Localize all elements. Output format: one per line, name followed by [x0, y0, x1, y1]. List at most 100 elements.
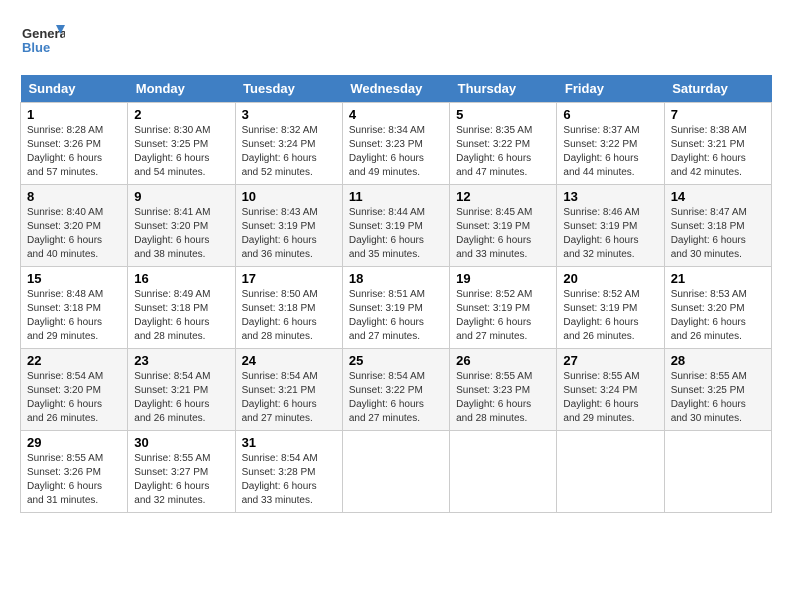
day-number: 12 [456, 189, 550, 204]
logo-container: General Blue [20, 20, 65, 65]
day-info: Sunrise: 8:55 AMSunset: 3:24 PMDaylight:… [563, 370, 657, 426]
day-of-week-header: Sunday [21, 75, 128, 103]
day-number: 23 [134, 353, 228, 368]
day-info: Sunrise: 8:54 AMSunset: 3:22 PMDaylight:… [349, 370, 443, 426]
calendar-cell: 13 Sunrise: 8:46 AMSunset: 3:19 PMDayligh… [557, 185, 664, 267]
calendar-cell [664, 431, 771, 513]
day-info: Sunrise: 8:54 AMSunset: 3:21 PMDaylight:… [242, 370, 336, 426]
day-number: 13 [563, 189, 657, 204]
day-info: Sunrise: 8:28 AMSunset: 3:26 PMDaylight:… [27, 124, 121, 180]
calendar-cell: 1 Sunrise: 8:28 AMSunset: 3:26 PMDaylight… [21, 103, 128, 185]
calendar-week-row: 8 Sunrise: 8:40 AMSunset: 3:20 PMDaylight… [21, 185, 772, 267]
day-info: Sunrise: 8:44 AMSunset: 3:19 PMDaylight:… [349, 206, 443, 262]
calendar-cell: 6Sunrise: 8:37 AMSunset: 3:22 PMDaylight… [557, 103, 664, 185]
day-info: Sunrise: 8:43 AMSunset: 3:19 PMDaylight:… [242, 206, 336, 262]
calendar-cell: 16 Sunrise: 8:49 AMSunset: 3:18 PMDayligh… [128, 267, 235, 349]
calendar-week-row: 15 Sunrise: 8:48 AMSunset: 3:18 PMDayligh… [21, 267, 772, 349]
day-info: Sunrise: 8:34 AMSunset: 3:23 PMDaylight:… [349, 124, 443, 180]
calendar-cell: 28Sunrise: 8:55 AMSunset: 3:25 PMDayligh… [664, 349, 771, 431]
calendar-cell: 12Sunrise: 8:45 AMSunset: 3:19 PMDayligh… [450, 185, 557, 267]
calendar-cell: 5 Sunrise: 8:35 AMSunset: 3:22 PMDaylight… [450, 103, 557, 185]
calendar-cell: 23 Sunrise: 8:54 AMSunset: 3:21 PMDayligh… [128, 349, 235, 431]
day-number: 25 [349, 353, 443, 368]
calendar-cell: 31 Sunrise: 8:54 AMSunset: 3:28 PMDayligh… [235, 431, 342, 513]
calendar-cell: 4Sunrise: 8:34 AMSunset: 3:23 PMDaylight… [342, 103, 449, 185]
day-number: 5 [456, 107, 550, 122]
day-number: 10 [242, 189, 336, 204]
day-info: Sunrise: 8:55 AMSunset: 3:23 PMDaylight:… [456, 370, 550, 426]
svg-text:Blue: Blue [22, 40, 50, 55]
header: General Blue [20, 20, 772, 65]
calendar-cell: 20 Sunrise: 8:52 AMSunset: 3:19 PMDayligh… [557, 267, 664, 349]
day-info: Sunrise: 8:54 AMSunset: 3:28 PMDaylight:… [242, 452, 336, 508]
calendar-week-row: 1 Sunrise: 8:28 AMSunset: 3:26 PMDaylight… [21, 103, 772, 185]
day-info: Sunrise: 8:50 AMSunset: 3:18 PMDaylight:… [242, 288, 336, 344]
day-number: 2 [134, 107, 228, 122]
day-number: 11 [349, 189, 443, 204]
day-info: Sunrise: 8:37 AMSunset: 3:22 PMDaylight:… [563, 124, 657, 180]
calendar-cell: 2 Sunrise: 8:30 AMSunset: 3:25 PMDaylight… [128, 103, 235, 185]
day-number: 16 [134, 271, 228, 286]
day-of-week-header: Saturday [664, 75, 771, 103]
day-info: Sunrise: 8:55 AMSunset: 3:27 PMDaylight:… [134, 452, 228, 508]
day-number: 14 [671, 189, 765, 204]
day-number: 1 [27, 107, 121, 122]
calendar-cell: 3Sunrise: 8:32 AMSunset: 3:24 PMDaylight… [235, 103, 342, 185]
calendar-cell: 27 Sunrise: 8:55 AMSunset: 3:24 PMDayligh… [557, 349, 664, 431]
day-number: 29 [27, 435, 121, 450]
day-number: 31 [242, 435, 336, 450]
calendar-table: SundayMondayTuesdayWednesdayThursdayFrid… [20, 75, 772, 513]
calendar-cell: 14 Sunrise: 8:47 AMSunset: 3:18 PMDayligh… [664, 185, 771, 267]
day-info: Sunrise: 8:53 AMSunset: 3:20 PMDaylight:… [671, 288, 765, 344]
day-number: 7 [671, 107, 765, 122]
day-info: Sunrise: 8:54 AMSunset: 3:21 PMDaylight:… [134, 370, 228, 426]
calendar-week-row: 22Sunrise: 8:54 AMSunset: 3:20 PMDayligh… [21, 349, 772, 431]
calendar-cell: 9Sunrise: 8:41 AMSunset: 3:20 PMDaylight… [128, 185, 235, 267]
day-info: Sunrise: 8:46 AMSunset: 3:19 PMDaylight:… [563, 206, 657, 262]
day-info: Sunrise: 8:52 AMSunset: 3:19 PMDaylight:… [563, 288, 657, 344]
day-info: Sunrise: 8:48 AMSunset: 3:18 PMDaylight:… [27, 288, 121, 344]
calendar-header-row: SundayMondayTuesdayWednesdayThursdayFrid… [21, 75, 772, 103]
calendar-cell: 24Sunrise: 8:54 AMSunset: 3:21 PMDayligh… [235, 349, 342, 431]
calendar-week-row: 29 Sunrise: 8:55 AMSunset: 3:26 PMDayligh… [21, 431, 772, 513]
day-info: Sunrise: 8:47 AMSunset: 3:18 PMDaylight:… [671, 206, 765, 262]
day-info: Sunrise: 8:38 AMSunset: 3:21 PMDaylight:… [671, 124, 765, 180]
day-of-week-header: Wednesday [342, 75, 449, 103]
day-number: 8 [27, 189, 121, 204]
day-number: 28 [671, 353, 765, 368]
day-info: Sunrise: 8:30 AMSunset: 3:25 PMDaylight:… [134, 124, 228, 180]
day-of-week-header: Friday [557, 75, 664, 103]
calendar-cell: 11 Sunrise: 8:44 AMSunset: 3:19 PMDayligh… [342, 185, 449, 267]
day-info: Sunrise: 8:52 AMSunset: 3:19 PMDaylight:… [456, 288, 550, 344]
day-number: 15 [27, 271, 121, 286]
day-number: 18 [349, 271, 443, 286]
day-info: Sunrise: 8:55 AMSunset: 3:26 PMDaylight:… [27, 452, 121, 508]
calendar-cell: 8 Sunrise: 8:40 AMSunset: 3:20 PMDaylight… [21, 185, 128, 267]
day-number: 21 [671, 271, 765, 286]
calendar-cell: 30Sunrise: 8:55 AMSunset: 3:27 PMDayligh… [128, 431, 235, 513]
day-number: 19 [456, 271, 550, 286]
day-info: Sunrise: 8:54 AMSunset: 3:20 PMDaylight:… [27, 370, 121, 426]
day-info: Sunrise: 8:40 AMSunset: 3:20 PMDaylight:… [27, 206, 121, 262]
calendar-cell: 29 Sunrise: 8:55 AMSunset: 3:26 PMDayligh… [21, 431, 128, 513]
day-number: 17 [242, 271, 336, 286]
calendar-cell: 26Sunrise: 8:55 AMSunset: 3:23 PMDayligh… [450, 349, 557, 431]
day-number: 27 [563, 353, 657, 368]
day-info: Sunrise: 8:32 AMSunset: 3:24 PMDaylight:… [242, 124, 336, 180]
calendar-cell: 7 Sunrise: 8:38 AMSunset: 3:21 PMDaylight… [664, 103, 771, 185]
day-of-week-header: Thursday [450, 75, 557, 103]
day-info: Sunrise: 8:49 AMSunset: 3:18 PMDaylight:… [134, 288, 228, 344]
day-number: 20 [563, 271, 657, 286]
logo: General Blue [20, 20, 65, 65]
calendar-cell [557, 431, 664, 513]
day-of-week-header: Monday [128, 75, 235, 103]
day-info: Sunrise: 8:35 AMSunset: 3:22 PMDaylight:… [456, 124, 550, 180]
day-of-week-header: Tuesday [235, 75, 342, 103]
day-info: Sunrise: 8:51 AMSunset: 3:19 PMDaylight:… [349, 288, 443, 344]
calendar-cell: 10 Sunrise: 8:43 AMSunset: 3:19 PMDayligh… [235, 185, 342, 267]
calendar-cell: 18 Sunrise: 8:51 AMSunset: 3:19 PMDayligh… [342, 267, 449, 349]
calendar-cell: 19 Sunrise: 8:52 AMSunset: 3:19 PMDayligh… [450, 267, 557, 349]
calendar-cell: 22Sunrise: 8:54 AMSunset: 3:20 PMDayligh… [21, 349, 128, 431]
calendar-cell: 15 Sunrise: 8:48 AMSunset: 3:18 PMDayligh… [21, 267, 128, 349]
day-info: Sunrise: 8:41 AMSunset: 3:20 PMDaylight:… [134, 206, 228, 262]
